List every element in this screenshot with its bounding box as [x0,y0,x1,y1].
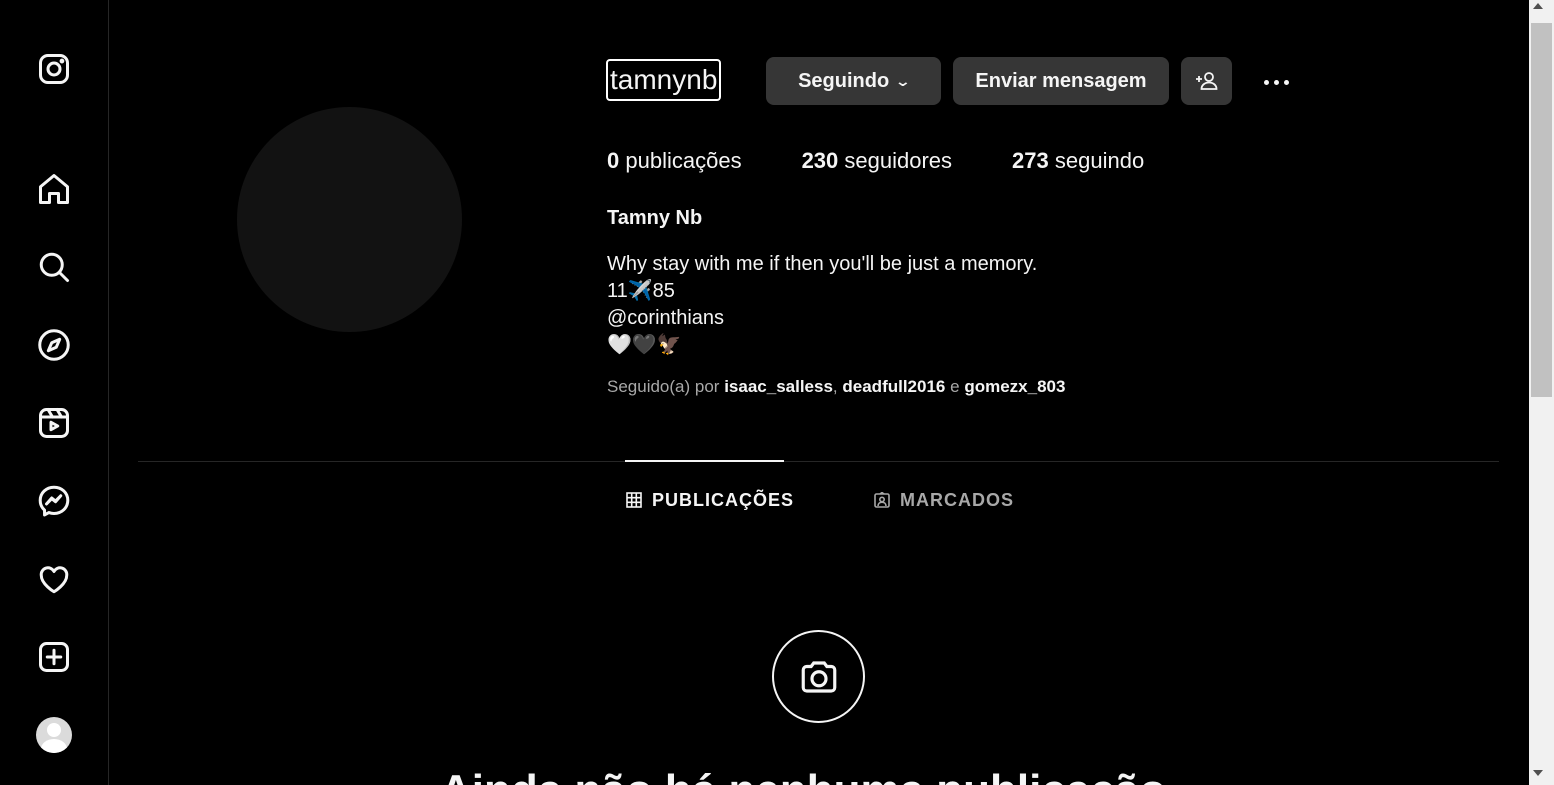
following-button[interactable]: Seguindo ⌄ [766,57,941,105]
profile-stats: 0 publicações 230 seguidores 273 seguind… [607,148,1204,174]
follower-link[interactable]: deadfull2016 [842,377,945,396]
tab-posts[interactable]: PUBLICAÇÕES [626,488,794,512]
home-icon[interactable] [34,169,74,209]
bio-line: 🤍🖤🦅 [607,334,682,356]
send-message-button[interactable]: Enviar mensagem [953,57,1169,105]
camera-icon [801,660,836,693]
reels-icon[interactable] [34,403,74,443]
scroll-up-arrow-icon[interactable] [1533,3,1543,9]
bio-mention-link[interactable]: @corinthians [607,305,1037,332]
dot [1263,79,1269,85]
tabs-divider [138,461,1499,462]
empty-state-title: Ainda não há nenhuma publicação [440,766,1166,785]
posts-count: 0 publicações [607,148,742,174]
dot [1283,79,1289,85]
profile-bio: Why stay with me if then you'll be just … [607,251,1037,359]
following-button-label: Seguindo [798,69,890,92]
notifications-heart-icon[interactable] [34,559,74,599]
dot [1273,79,1279,85]
followed-by[interactable]: Seguido(a) por isaac_salless, deadfull20… [607,377,1065,397]
search-icon[interactable] [34,247,74,287]
follower-link[interactable]: isaac_salless [724,377,833,396]
scrollbar-thumb[interactable] [1531,23,1552,397]
bio-line: Why stay with me if then you'll be just … [607,253,1038,275]
messenger-icon[interactable] [34,481,74,521]
followed-by-conjunction: e [950,377,960,396]
explore-icon[interactable] [34,325,74,365]
profile-full-name: Tamny Nb [607,207,703,229]
follower-link[interactable]: gomezx_803 [964,377,1065,396]
bio-line: 11✈️85 [607,280,675,302]
followers-count-label: seguidores [844,148,953,173]
active-tab-indicator [625,460,784,462]
tab-posts-label: PUBLICAÇÕES [652,489,795,510]
followers-count-value: 230 [801,148,839,173]
empty-state-camera [772,630,865,723]
profile-avatar[interactable] [36,717,72,753]
tagged-user-icon [874,492,890,508]
scroll-down-arrow-icon[interactable] [1533,770,1543,776]
following-count-label: seguindo [1054,148,1145,173]
followed-by-prefix: Seguido(a) por [607,377,720,396]
chevron-down-icon: ⌄ [894,72,912,89]
profile-username[interactable]: tamnynb [606,59,722,101]
tab-tagged-label: MARCADOS [900,489,1014,510]
add-user-icon [1195,72,1217,90]
following-count-value: 273 [1012,148,1049,173]
suggested-users-button[interactable] [1181,57,1232,105]
sidebar [0,0,109,785]
tab-tagged[interactable]: MARCADOS [874,488,1014,512]
posts-count-label: publicações [625,148,742,173]
create-icon[interactable] [34,637,74,677]
posts-count-value: 0 [607,148,620,173]
instagram-logo-icon[interactable] [34,49,74,89]
grid-icon [626,492,642,508]
more-options-button[interactable] [1256,70,1296,94]
followers-link[interactable]: 230 seguidores [802,148,952,174]
send-message-label: Enviar mensagem [975,69,1147,92]
profile-picture[interactable] [237,107,462,332]
following-link[interactable]: 273 seguindo [1012,148,1144,174]
followed-by-separator: , [832,377,838,396]
